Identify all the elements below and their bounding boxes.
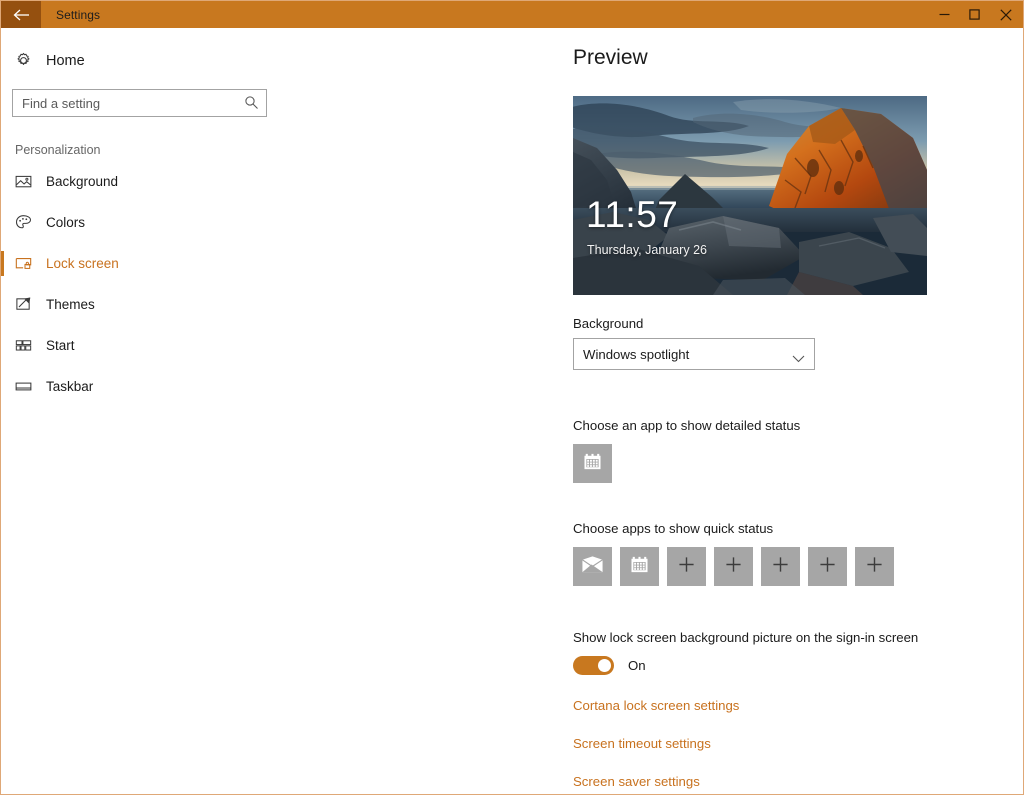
quick-status-tile-add-4[interactable] xyxy=(714,547,753,586)
signin-background-toggle[interactable] xyxy=(573,656,614,675)
window-body: Home Personalization xyxy=(1,28,1023,794)
minimize-button[interactable] xyxy=(929,1,959,28)
search-input[interactable] xyxy=(12,89,267,117)
sidebar-item-home[interactable]: Home xyxy=(1,44,281,77)
sidebar-item-themes[interactable]: Themes xyxy=(1,284,281,325)
mail-icon xyxy=(581,555,604,579)
sidebar-item-colors[interactable]: Colors xyxy=(1,202,281,243)
window-controls xyxy=(929,1,1023,28)
sidebar-item-label: Lock screen xyxy=(46,256,119,271)
sidebar: Home Personalization xyxy=(1,28,281,794)
background-dropdown-value: Windows spotlight xyxy=(583,346,690,362)
themes-brush-icon xyxy=(15,296,37,313)
selection-accent-bar xyxy=(1,251,4,276)
minimize-icon xyxy=(939,9,950,20)
close-button[interactable] xyxy=(989,1,1023,28)
plus-icon xyxy=(819,556,836,578)
lock-screen-icon xyxy=(15,255,37,272)
background-dropdown[interactable]: Windows spotlight xyxy=(573,338,815,370)
search-container xyxy=(12,89,267,117)
sidebar-group-label: Personalization xyxy=(15,143,101,157)
selection-accent-bar xyxy=(1,374,4,399)
calendar-icon xyxy=(582,451,603,477)
background-label: Background xyxy=(573,316,644,331)
content-pane: Preview 11:57 Thursday, January 26 Backg… xyxy=(281,28,1023,794)
sidebar-item-taskbar[interactable]: Taskbar xyxy=(1,366,281,407)
chevron-down-icon xyxy=(792,350,805,368)
detailed-status-tile-calendar[interactable] xyxy=(573,444,612,483)
plus-icon xyxy=(866,556,883,578)
sidebar-item-label: Themes xyxy=(46,297,95,312)
quick-status-tile-add-5[interactable] xyxy=(761,547,800,586)
screen-saver-settings-link[interactable]: Screen saver settings xyxy=(573,774,700,789)
selection-accent-bar xyxy=(1,210,4,235)
calendar-icon xyxy=(629,554,650,580)
picture-icon xyxy=(15,173,37,190)
signin-toggle-label: Show lock screen background picture on t… xyxy=(573,630,919,645)
plus-icon xyxy=(772,556,789,578)
gear-icon xyxy=(15,52,37,69)
back-button[interactable] xyxy=(1,1,41,28)
preview-clock-time: 11:57 xyxy=(586,194,679,235)
signin-toggle-state: On xyxy=(628,658,646,673)
sidebar-home-label: Home xyxy=(46,52,85,69)
palette-icon xyxy=(15,214,37,231)
selection-accent-bar xyxy=(1,292,4,317)
sidebar-item-label: Start xyxy=(46,338,75,353)
sidebar-item-label: Background xyxy=(46,174,119,189)
detailed-status-label: Choose an app to show detailed status xyxy=(573,418,801,433)
quick-status-tile-calendar[interactable] xyxy=(620,547,659,586)
sidebar-item-lock-screen[interactable]: Lock screen xyxy=(1,243,281,284)
quick-status-tile-add-7[interactable] xyxy=(855,547,894,586)
back-arrow-icon xyxy=(13,8,30,22)
quick-status-tile-add-3[interactable] xyxy=(667,547,706,586)
selection-accent-bar xyxy=(1,333,4,358)
signin-toggle-row: On xyxy=(573,656,1023,675)
quick-status-label: Choose apps to show quick status xyxy=(573,521,774,536)
settings-window: Settings Home Find a setting Personaliza… xyxy=(0,0,1024,795)
page-title: Preview xyxy=(573,46,648,69)
quick-status-tile-mail[interactable] xyxy=(573,547,612,586)
selection-accent-bar xyxy=(1,169,4,194)
plus-icon xyxy=(678,556,695,578)
plus-icon xyxy=(725,556,742,578)
window-title: Settings xyxy=(56,7,101,22)
sidebar-item-start[interactable]: Start xyxy=(1,325,281,366)
taskbar-icon xyxy=(15,378,37,395)
sidebar-item-background[interactable]: Background xyxy=(1,161,281,202)
cortana-lock-screen-settings-link[interactable]: Cortana lock screen settings xyxy=(573,698,739,713)
toggle-knob xyxy=(598,659,611,672)
quick-status-tile-add-6[interactable] xyxy=(808,547,847,586)
sidebar-item-label: Colors xyxy=(46,215,86,230)
quick-status-tiles xyxy=(573,547,1023,586)
maximize-button[interactable] xyxy=(959,1,989,28)
lock-screen-preview: 11:57 Thursday, January 26 xyxy=(573,96,927,295)
preview-clock-date: Thursday, January 26 xyxy=(587,243,707,257)
sidebar-item-label: Taskbar xyxy=(46,379,94,394)
start-tiles-icon xyxy=(15,337,37,354)
detailed-status-tiles xyxy=(573,444,1023,483)
screen-timeout-settings-link[interactable]: Screen timeout settings xyxy=(573,736,711,751)
close-icon xyxy=(1000,8,1012,21)
maximize-icon xyxy=(968,9,980,20)
title-bar: Settings xyxy=(1,1,1023,28)
content-inner: 11:57 Thursday, January 26 Background Wi… xyxy=(573,96,1023,789)
